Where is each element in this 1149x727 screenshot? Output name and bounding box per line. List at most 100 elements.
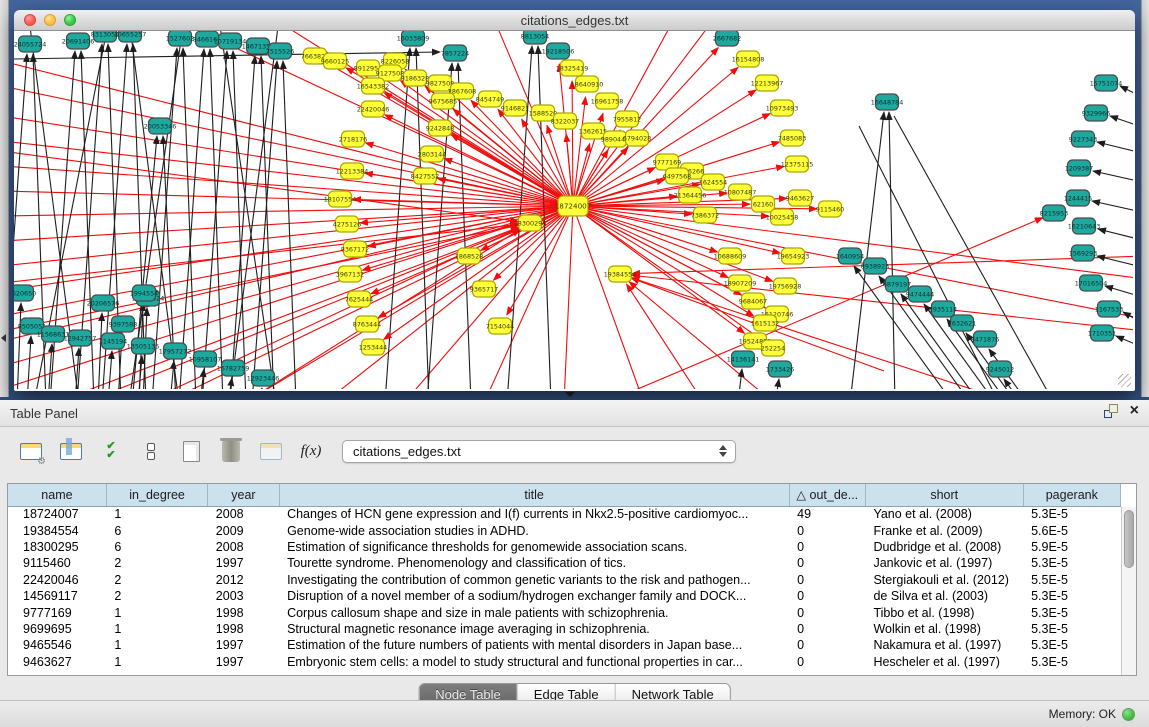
graph-node[interactable]: 9463627 (786, 190, 814, 206)
graph-node[interactable]: 1253444 (359, 339, 387, 355)
column-header-title[interactable]: title (279, 484, 789, 506)
graph-node[interactable]: 9365717 (470, 281, 498, 297)
graph-node[interactable]: 10025458 (766, 209, 799, 225)
graph-node[interactable]: 2718176 (339, 131, 367, 147)
table-cell[interactable]: 5.9E-5 (1023, 539, 1120, 555)
graph-node[interactable]: 8938923 (861, 258, 889, 274)
row-height-icon[interactable] (138, 438, 164, 464)
table-cell[interactable]: 5.3E-5 (1023, 637, 1120, 653)
table-row[interactable]: 969969511998Structural magnetic resonanc… (8, 621, 1121, 637)
right-splitter[interactable] (1141, 0, 1149, 397)
table-cell[interactable]: 1997 (208, 555, 279, 571)
graph-node[interactable]: 18907209 (724, 275, 757, 291)
graph-node[interactable]: 3967132 (336, 266, 364, 282)
graph-node[interactable]: 7515526 (266, 43, 294, 59)
graph-node[interactable]: 10655257 (114, 31, 147, 42)
graph-node[interactable]: 9329966 (1082, 105, 1110, 121)
function-builder-icon[interactable]: f(x) (298, 438, 324, 464)
graph-node[interactable]: 22420046 (357, 101, 390, 117)
table-cell[interactable]: 5.3E-5 (1023, 604, 1120, 620)
graph-node[interactable]: 14136141 (727, 351, 760, 367)
graph-node[interactable]: 6794028 (623, 130, 651, 146)
graph-node[interactable]: 10973493 (766, 100, 799, 116)
column-header-name[interactable]: name (8, 484, 106, 506)
graph-node[interactable]: 7955812 (613, 111, 641, 127)
table-cell[interactable]: Nakamura et al. (1997) (865, 637, 1023, 653)
table-cell[interactable]: 1997 (208, 654, 279, 670)
graph-node[interactable]: 7632621 (948, 315, 976, 331)
new-table-icon[interactable] (178, 438, 204, 464)
graph-node[interactable]: 12942757 (64, 330, 97, 346)
graph-node[interactable]: 1209387 (1065, 160, 1093, 176)
table-cell[interactable]: Hescheler et al. (1997) (865, 654, 1023, 670)
graph-node[interactable]: 21364456 (674, 187, 707, 203)
column-header-year[interactable]: year (208, 484, 279, 506)
graph-node[interactable]: 18325419 (556, 60, 589, 76)
table-cell[interactable]: Estimation of the future numbers of pati… (279, 637, 789, 653)
table-cell[interactable]: 0 (789, 604, 865, 620)
graph-node[interactable]: 12213967 (751, 75, 784, 91)
table-cell[interactable]: 2 (106, 555, 207, 571)
graph-node[interactable]: 9245012 (986, 361, 1014, 377)
graph-node[interactable]: 20206576 (87, 295, 120, 311)
graph-node[interactable]: 2667682 (713, 31, 741, 46)
graph-node[interactable]: 7625444 (345, 291, 373, 307)
table-cell[interactable]: 6 (106, 522, 207, 538)
graph-node[interactable]: 1167533 (1095, 301, 1123, 317)
graph-node[interactable]: 1710351 (1088, 325, 1116, 341)
graph-node[interactable]: 1868528 (455, 248, 483, 264)
table-cell[interactable]: Investigating the contribution of common… (279, 572, 789, 588)
table-cell[interactable]: 2003 (208, 588, 279, 604)
graph-node[interactable]: 8367172 (341, 241, 369, 257)
table-cell[interactable]: 49 (789, 506, 865, 522)
graph-node[interactable]: 17957272 (159, 343, 192, 359)
table-cell[interactable]: de Silva et al. (2003) (865, 588, 1023, 604)
graph-node[interactable]: 19384554 (604, 266, 637, 282)
table-cell[interactable]: Structural magnetic resonance image aver… (279, 621, 789, 637)
table-cell[interactable]: 0 (789, 522, 865, 538)
table-cell[interactable]: Corpus callosum shape and size in male p… (279, 604, 789, 620)
table-cell[interactable]: 0 (789, 539, 865, 555)
graph-node[interactable]: 19218506 (542, 43, 575, 59)
graph-node[interactable]: 1615132 (751, 315, 779, 331)
table-cell[interactable]: 0 (789, 555, 865, 571)
collapse-left-icon[interactable] (1, 334, 6, 342)
table-cell[interactable]: 19384554 (8, 522, 106, 538)
column-header-out_de[interactable]: △ out_de... (789, 484, 865, 506)
graph-node[interactable]: 1733426 (766, 361, 794, 377)
graph-node[interactable]: 1569293 (1069, 245, 1097, 261)
table-cell[interactable]: 5.3E-5 (1023, 506, 1120, 522)
graph-node[interactable]: 16210643 (1068, 218, 1101, 234)
collapse-panel-icon[interactable] (565, 392, 575, 397)
table-cell[interactable]: 1 (106, 506, 207, 522)
graph-node[interactable]: 8471876 (971, 331, 999, 347)
graph-node[interactable]: 9397588 (109, 316, 137, 332)
table-cell[interactable]: 5.3E-5 (1023, 654, 1120, 670)
table-cell[interactable]: Wolkin et al. (1998) (865, 621, 1023, 637)
graph-node[interactable]: 7485083 (778, 130, 806, 146)
graph-node[interactable]: 16033809 (397, 31, 430, 46)
graph-node[interactable]: 12923446 (247, 370, 280, 386)
table-cell[interactable]: 1 (106, 654, 207, 670)
table-cell[interactable]: 18300295 (8, 539, 106, 555)
graph-node[interactable]: 12375115 (781, 156, 814, 172)
table-cell[interactable]: Tourette syndrome. Phenomenology and cla… (279, 555, 789, 571)
table-cell[interactable]: 9699695 (8, 621, 106, 637)
table-row[interactable]: 1830029562008Estimation of significance … (8, 539, 1121, 555)
table-row[interactable]: 1872400712008Changes of HCN gene express… (8, 506, 1121, 522)
table-cell[interactable]: Genome-wide association studies in ADHD. (279, 522, 789, 538)
select-rows-icon[interactable]: ✔✔ (98, 438, 124, 464)
graph-node[interactable]: 18107554 (324, 191, 357, 207)
table-cell[interactable]: 2 (106, 588, 207, 604)
table-cell[interactable]: 1997 (208, 637, 279, 653)
graph-node[interactable]: 18300295 (514, 215, 547, 231)
graph-node[interactable]: 2803144 (418, 146, 446, 162)
graph-node[interactable]: 16782759 (217, 360, 250, 376)
graph-node[interactable]: 19756928 (769, 278, 802, 294)
graph-node[interactable]: 10688609 (714, 248, 747, 264)
graph-node[interactable]: 13505135 (127, 338, 160, 354)
network-canvas[interactable]: 2405572420691406831305410655257152760284… (14, 31, 1133, 389)
table-row[interactable]: 946554611997Estimation of the future num… (8, 637, 1121, 653)
table-cell[interactable]: 2008 (208, 539, 279, 555)
table-cell[interactable]: 2012 (208, 572, 279, 588)
